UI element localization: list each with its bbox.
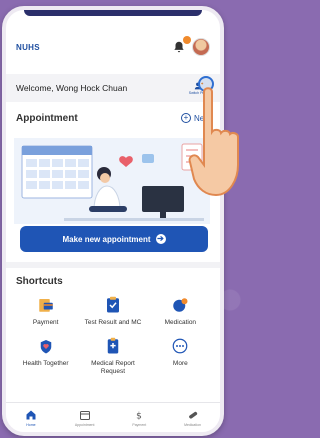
shortcuts-grid: Payment Test Result and MC Medication He… [12, 294, 214, 376]
nav-label: Home [26, 422, 36, 427]
shortcut-health-together[interactable]: Health Together [12, 335, 79, 376]
bottom-nav: Home Appointment $ Payment Medication [6, 402, 220, 432]
shortcut-more[interactable]: More [147, 335, 214, 376]
dollar-icon: $ [136, 411, 142, 421]
health-together-icon [35, 335, 57, 357]
shortcut-label: More [172, 360, 188, 367]
status-bar [24, 10, 202, 16]
medication-icon [169, 294, 191, 316]
shortcut-label: Medical Report Request [91, 360, 135, 375]
phone-frame: NUHS Welcome, Wong Hock Chuan Switch Pro… [2, 6, 224, 436]
more-icon [169, 335, 191, 357]
nav-label: Appointment [74, 422, 95, 427]
svg-text:$: $ [136, 411, 142, 421]
calendar-icon [79, 410, 90, 420]
shortcut-label: Health Together [22, 360, 69, 367]
shortcuts-header: Shortcuts [6, 274, 220, 288]
shortcut-payment[interactable]: Payment [12, 294, 79, 327]
appointment-illustration [14, 138, 210, 224]
shortcut-label: Medication [164, 319, 197, 326]
appointment-title: Appointment [16, 112, 78, 124]
notification-bell-icon[interactable] [172, 36, 191, 54]
app-logo: NUHS [16, 42, 40, 52]
welcome-text: Welcome, Wong Hock Chuan [16, 83, 128, 93]
payment-icon [35, 294, 57, 316]
shortcut-test-result[interactable]: Test Result and MC [79, 294, 146, 327]
shortcut-medication[interactable]: Medication [147, 294, 214, 327]
arrow-right-icon: ➔ [155, 234, 166, 244]
test-result-icon [102, 294, 124, 316]
shortcut-label: Payment [32, 319, 59, 326]
make-appointment-button[interactable]: Make new appointment ➔ [20, 226, 208, 252]
nav-label: Medication [184, 422, 202, 427]
home-icon [26, 410, 36, 419]
pointing-hand-icon [188, 87, 239, 197]
make-appointment-label: Make new appointment [62, 234, 151, 244]
medical-report-icon [102, 335, 124, 357]
top-bar: NUHS [6, 28, 220, 66]
shortcuts-title: Shortcuts [16, 275, 63, 287]
nav-home[interactable]: Home [25, 409, 37, 427]
nav-medication[interactable]: Medication [184, 409, 201, 427]
pill-icon [188, 411, 197, 419]
section-divider [6, 262, 220, 268]
shortcut-medical-report[interactable]: Medical Report Request [79, 335, 146, 376]
shortcut-label: Test Result and MC [84, 319, 142, 326]
notification-badge [183, 36, 191, 44]
nav-payment[interactable]: $ Payment [132, 409, 146, 427]
nav-appointment[interactable]: Appointment [74, 409, 95, 427]
nav-label: Payment [132, 422, 147, 427]
avatar[interactable] [192, 38, 210, 56]
